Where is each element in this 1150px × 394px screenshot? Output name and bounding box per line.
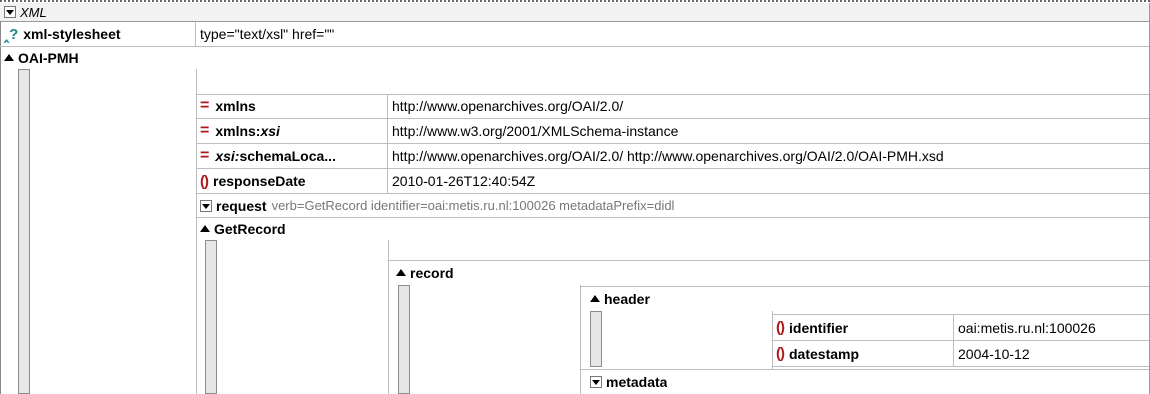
element-row-record[interactable]: record [388, 261, 1150, 285]
xml-root-row[interactable]: XML [0, 3, 1150, 22]
header-scroll-bar[interactable] [590, 311, 602, 367]
pi-row[interactable]: ‸? xml-stylesheet type="text/xsl" href="… [0, 22, 1150, 47]
collapse-up-icon[interactable] [396, 268, 406, 278]
processing-instruction-icon: ‸? [4, 26, 19, 43]
element-row-request[interactable]: request verb=GetRecord identifier=oai:me… [196, 194, 1150, 218]
collapse-toggle-icon[interactable] [200, 199, 212, 212]
collapse-toggle-icon[interactable] [590, 376, 602, 388]
attr-name: xmlns [215, 98, 256, 114]
attr-value: http://www.openarchives.org/OAI/2.0/ [392, 98, 624, 114]
element-name: GetRecord [214, 221, 286, 237]
attr-row-xmlns-xsi[interactable]: = xmlns: xsi http://www.w3.org/2001/XMLSc… [196, 119, 1150, 144]
pi-value: type="text/xsl" href="" [200, 26, 335, 42]
attribute-icon: = [200, 122, 210, 139]
attr-value: http://www.openarchives.org/OAI/2.0/ htt… [392, 148, 944, 164]
element-icon: () [776, 345, 785, 362]
record-scroll-bar[interactable] [398, 285, 410, 394]
grid-left-border [0, 22, 1, 394]
element-name: record [410, 265, 454, 281]
oai-pmh-name: OAI-PMH [18, 50, 79, 66]
collapse-toggle-icon[interactable] [4, 6, 16, 18]
element-value: 2004-10-12 [958, 345, 1030, 362]
element-name: request [216, 197, 267, 214]
element-row-identifier[interactable]: () identifier oai:metis.ru.nl:100026 [772, 315, 1150, 341]
element-name: datestamp [789, 345, 860, 362]
collapse-up-icon[interactable] [200, 224, 210, 234]
pi-name: xml-stylesheet [23, 26, 121, 42]
attr-row-xmlns[interactable]: = xmlns http://www.openarchives.org/OAI/… [196, 94, 1150, 119]
element-row-datestamp[interactable]: () datestamp 2004-10-12 [772, 341, 1150, 367]
element-row-header[interactable]: header [580, 287, 1150, 311]
getrecord-scroll-bar[interactable] [205, 240, 217, 394]
element-name: header [604, 291, 650, 307]
collapse-up-icon[interactable] [4, 53, 14, 63]
element-row-response-date[interactable]: () responseDate 2010-01-26T12:40:54Z [196, 169, 1150, 194]
element-value: 2010-01-26T12:40:54Z [392, 173, 536, 189]
element-row-metadata[interactable]: metadata [580, 370, 1150, 394]
row-separator [196, 94, 1150, 95]
element-name: responseDate [213, 173, 306, 189]
attr-value: http://www.w3.org/2001/XMLSchema-instanc… [392, 123, 679, 139]
attr-prefix: xmlns: [215, 123, 261, 139]
oai-pmh-row[interactable]: OAI-PMH [0, 47, 1150, 69]
oai-pmh-scroll-bar[interactable] [18, 69, 30, 394]
attr-row-schema-location[interactable]: = xsi: schemaLoca... http://www.openarchi… [196, 144, 1150, 169]
element-icon: () [776, 319, 785, 336]
attribute-icon: = [200, 147, 210, 164]
attr-prefix: xsi: [215, 148, 240, 164]
attr-name: xsi [260, 123, 280, 139]
attribute-icon: = [200, 97, 210, 114]
element-value: oai:metis.ru.nl:100026 [958, 319, 1096, 336]
element-row-getrecord[interactable]: GetRecord [196, 218, 1150, 240]
element-icon: () [200, 172, 209, 190]
collapse-up-icon[interactable] [590, 294, 600, 304]
element-name: identifier [789, 319, 849, 336]
element-name: metadata [606, 374, 668, 390]
request-attributes: verb=GetRecord identifier=oai:metis.ru.n… [271, 198, 675, 213]
attr-name: schemaLoca... [239, 148, 336, 164]
xml-root-label: XML [20, 4, 47, 20]
